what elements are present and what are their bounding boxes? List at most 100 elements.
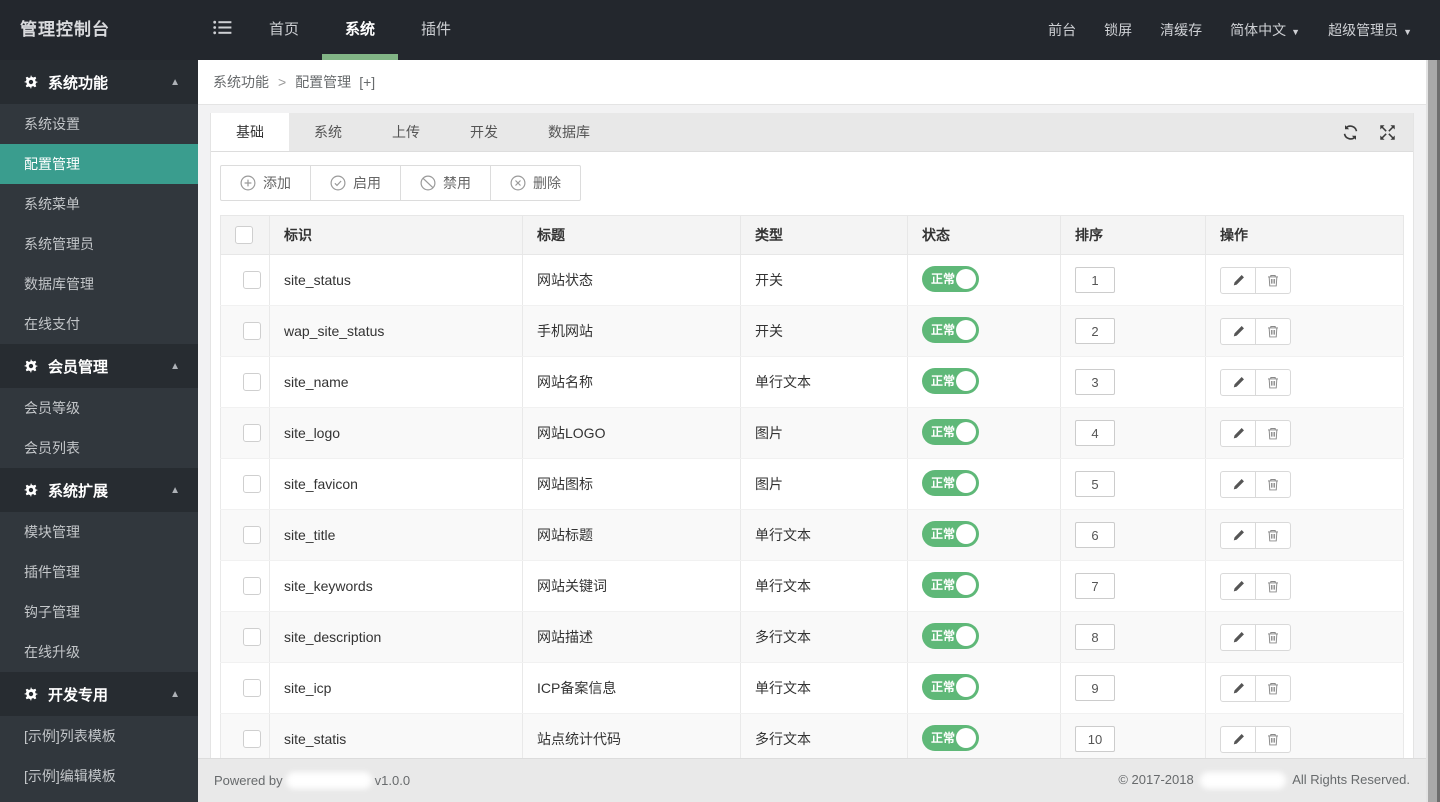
tab-4[interactable]: 开发 (445, 113, 523, 151)
language-dropdown[interactable]: 简体中文 ▼ (1216, 0, 1314, 60)
breadcrumb-section[interactable]: 系统功能 (213, 72, 269, 92)
row-checkbox[interactable] (243, 271, 261, 290)
row-checkbox[interactable] (243, 373, 261, 392)
status-toggle[interactable]: 正常 (922, 367, 979, 394)
sidebar-item-配置管理[interactable]: 配置管理 (0, 144, 198, 184)
sidebar-section-4[interactable]: 开发专用 ▲ (0, 672, 198, 716)
status-toggle[interactable]: 正常 (922, 316, 979, 343)
delete-button[interactable] (1255, 572, 1291, 600)
delete-button[interactable] (1255, 674, 1291, 702)
topbar-nav-item-3[interactable]: 插件 (398, 0, 474, 60)
sidebar-item-[示例]编辑模板[interactable]: [示例]编辑模板 (0, 756, 198, 796)
sort-input[interactable] (1075, 471, 1115, 497)
status-toggle[interactable]: 正常 (922, 265, 979, 292)
sidebar-item-数据库管理[interactable]: 数据库管理 (0, 264, 198, 304)
sidebar-section-2[interactable]: 会员管理 ▲ (0, 344, 198, 388)
sidebar-item-钩子管理[interactable]: 钩子管理 (0, 592, 198, 632)
sort-input[interactable] (1075, 675, 1115, 701)
tab-1[interactable]: 基础 (211, 113, 289, 151)
status-toggle[interactable]: 正常 (922, 622, 979, 649)
app-title: 管理控制台 (20, 20, 110, 39)
delete-button[interactable] (1255, 470, 1291, 498)
sidebar-section-title: 开发专用 (48, 686, 109, 704)
status-toggle[interactable]: 正常 (922, 520, 979, 547)
删除-button[interactable]: 删除 (490, 165, 581, 201)
edit-button[interactable] (1220, 521, 1256, 549)
status-toggle[interactable]: 正常 (922, 724, 979, 751)
edit-button[interactable] (1220, 470, 1256, 498)
delete-button[interactable] (1255, 266, 1291, 294)
sort-input[interactable] (1075, 420, 1115, 446)
topbar-link-1[interactable]: 前台 (1034, 0, 1090, 60)
sidebar-item-在线升级[interactable]: 在线升级 (0, 632, 198, 672)
sort-input[interactable] (1075, 624, 1115, 650)
rights-text: All Rights Reserved. (1292, 771, 1410, 787)
sidebar-item-在线支付[interactable]: 在线支付 (0, 304, 198, 344)
topbar-link-2[interactable]: 锁屏 (1090, 0, 1146, 60)
sidebar-item-插件管理[interactable]: 插件管理 (0, 552, 198, 592)
sort-input[interactable] (1075, 369, 1115, 395)
row-checkbox[interactable] (243, 475, 261, 494)
delete-button[interactable] (1255, 317, 1291, 345)
sidebar-item-系统菜单[interactable]: 系统菜单 (0, 184, 198, 224)
row-checkbox[interactable] (243, 679, 261, 698)
sidebar-item-模块管理[interactable]: 模块管理 (0, 512, 198, 552)
delete-button[interactable] (1255, 368, 1291, 396)
tab-3[interactable]: 上传 (367, 113, 445, 151)
user-dropdown[interactable]: 超级管理员 ▼ (1314, 0, 1426, 60)
delete-button[interactable] (1255, 521, 1291, 549)
sort-input[interactable] (1075, 573, 1115, 599)
edit-button[interactable] (1220, 368, 1256, 396)
row-checkbox[interactable] (243, 526, 261, 545)
edit-button[interactable] (1220, 317, 1256, 345)
status-toggle[interactable]: 正常 (922, 673, 979, 700)
sort-input[interactable] (1075, 318, 1115, 344)
edit-button[interactable] (1220, 266, 1256, 294)
delete-button[interactable] (1255, 419, 1291, 447)
menu-toggle-button[interactable] (198, 0, 246, 60)
scrollbar[interactable] (1426, 60, 1440, 802)
table-row: site_favicon 网站图标 图片 正常 (220, 458, 1404, 510)
添加-button[interactable]: 添加 (220, 165, 311, 201)
status-toggle[interactable]: 正常 (922, 571, 979, 598)
status-label: 正常 (931, 526, 956, 541)
tab-2[interactable]: 系统 (289, 113, 367, 151)
启用-button[interactable]: 启用 (310, 165, 401, 201)
sidebar-section-3[interactable]: 系统扩展 ▲ (0, 468, 198, 512)
fullscreen-icon[interactable] (1378, 123, 1397, 142)
sidebar-section-title: 会员管理 (48, 358, 109, 376)
row-checkbox[interactable] (243, 577, 261, 596)
sort-input[interactable] (1075, 522, 1115, 548)
sidebar-item-系统设置[interactable]: 系统设置 (0, 104, 198, 144)
user-label: 超级管理员 (1328, 22, 1399, 38)
refresh-icon[interactable] (1341, 123, 1360, 142)
sidebar-section-1[interactable]: 系统功能 ▲ (0, 60, 198, 104)
open-new-tab-link[interactable]: [+] (359, 74, 375, 90)
禁用-button[interactable]: 禁用 (400, 165, 491, 201)
edit-button[interactable] (1220, 725, 1256, 753)
row-checkbox[interactable] (243, 322, 261, 341)
status-toggle[interactable]: 正常 (922, 418, 979, 445)
topbar-nav-item-2[interactable]: 系统 (322, 0, 399, 60)
sidebar-item-[示例]列表模板[interactable]: [示例]列表模板 (0, 716, 198, 756)
row-checkbox[interactable] (243, 628, 261, 647)
sort-input[interactable] (1075, 726, 1115, 752)
select-all-checkbox[interactable] (235, 226, 253, 245)
row-checkbox[interactable] (243, 730, 261, 749)
sidebar-item-系统管理员[interactable]: 系统管理员 (0, 224, 198, 264)
edit-button[interactable] (1220, 419, 1256, 447)
edit-button[interactable] (1220, 572, 1256, 600)
sort-input[interactable] (1075, 267, 1115, 293)
topbar-link-3[interactable]: 清缓存 (1146, 0, 1216, 60)
topbar-nav-item-1[interactable]: 首页 (246, 0, 322, 60)
delete-button[interactable] (1255, 623, 1291, 651)
sidebar-item-会员列表[interactable]: 会员列表 (0, 428, 198, 468)
sidebar-item-会员等级[interactable]: 会员等级 (0, 388, 198, 428)
powered-by-text: Powered by (214, 773, 283, 788)
edit-button[interactable] (1220, 674, 1256, 702)
delete-button[interactable] (1255, 725, 1291, 753)
edit-button[interactable] (1220, 623, 1256, 651)
tab-5[interactable]: 数据库 (523, 113, 615, 151)
row-checkbox[interactable] (243, 424, 261, 443)
status-toggle[interactable]: 正常 (922, 469, 979, 496)
